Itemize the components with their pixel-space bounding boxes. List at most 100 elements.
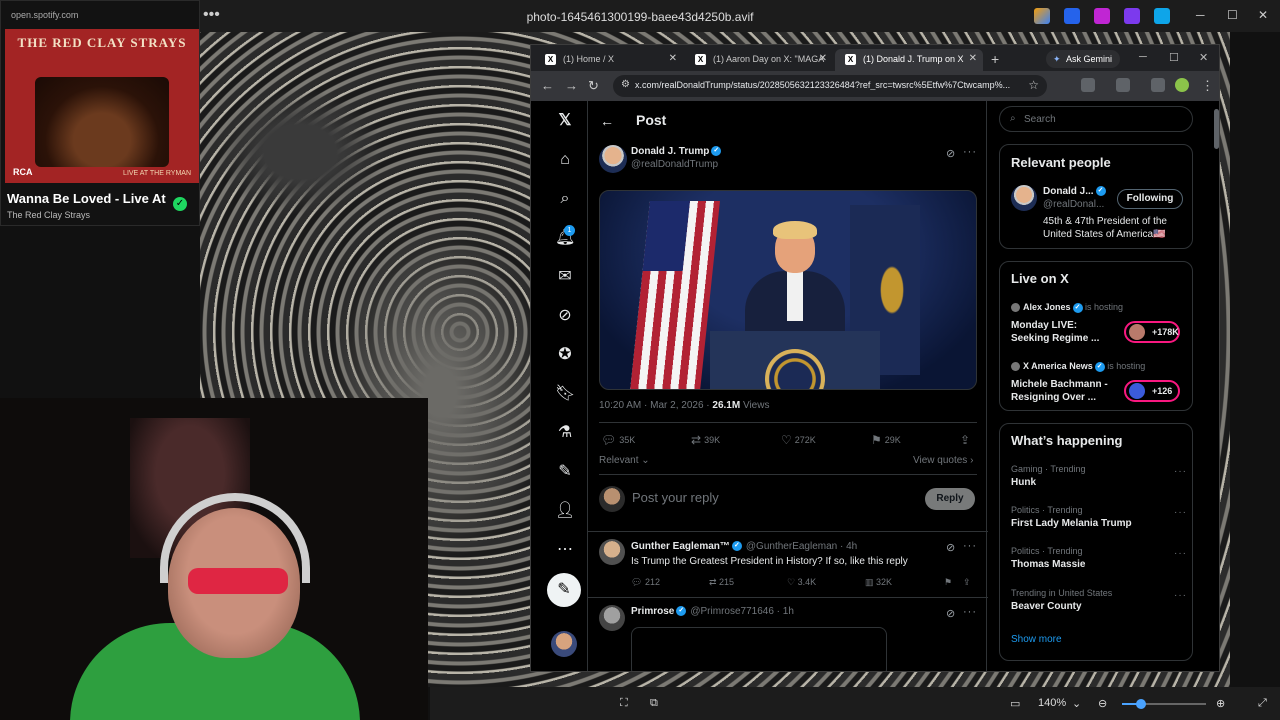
grok-explain-icon[interactable]: ⊘ xyxy=(946,147,955,160)
following-button[interactable]: Following xyxy=(1117,189,1183,209)
back-icon[interactable]: ← xyxy=(541,78,554,93)
profile-icon[interactable]: 👤︎ xyxy=(555,501,575,521)
close-tab-icon[interactable]: ✕ xyxy=(819,53,827,64)
chevron-down-icon[interactable]: ⌄ xyxy=(1072,697,1081,710)
trend-name[interactable]: First Lady Melania Trump xyxy=(1011,518,1132,529)
trend-more-icon[interactable]: ··· xyxy=(1174,548,1187,559)
trend-name[interactable]: Thomas Massie xyxy=(1011,559,1085,570)
profile-avatar-icon[interactable] xyxy=(1175,78,1189,92)
cloud-icon[interactable] xyxy=(1154,8,1170,24)
close-tab-icon[interactable]: ✕ xyxy=(669,53,677,64)
post-more-icon[interactable]: ··· xyxy=(963,146,977,158)
address-bar[interactable]: ⚙ x.com/realDonaldTrump/status/202850563… xyxy=(613,75,1047,97)
page-scrollbar[interactable] xyxy=(1214,109,1219,149)
sort-replies-dropdown[interactable]: Relevant ⌄ xyxy=(599,455,650,466)
reply-avatar[interactable] xyxy=(599,605,625,631)
verified-icon[interactable]: ✪ xyxy=(555,345,575,365)
compose-post-button[interactable]: ✎ xyxy=(547,573,581,607)
search-icon[interactable]: ⌕ xyxy=(555,189,575,209)
live-space-title[interactable]: Monday LIVE: Seeking Regime ... xyxy=(1011,319,1111,345)
zoom-level[interactable]: 140% xyxy=(1038,697,1066,709)
home-icon[interactable]: ⌂ xyxy=(555,150,575,170)
zoom-in-icon[interactable]: ⊕ xyxy=(1216,697,1225,710)
bookmark-star-icon[interactable]: ☆ xyxy=(1028,78,1039,92)
back-arrow-icon[interactable]: ← xyxy=(600,113,614,129)
person-name[interactable]: Donald J... ✓ xyxy=(1043,186,1106,197)
paint-icon[interactable] xyxy=(1094,8,1110,24)
maximize-icon[interactable]: ☐ xyxy=(1227,8,1238,22)
account-avatar[interactable] xyxy=(551,631,577,657)
fullscreen-icon[interactable]: ⤢ xyxy=(1258,697,1267,710)
reply-input[interactable]: Post your reply xyxy=(632,490,719,505)
reply-count-button[interactable]: 💬︎ 35K xyxy=(601,433,635,447)
view-quotes-link[interactable]: View quotes › xyxy=(913,455,973,466)
person-avatar[interactable] xyxy=(1011,185,1037,211)
reply-bookmark-icon[interactable]: ⚑ xyxy=(944,577,952,588)
crop-icon[interactable]: ⛶ xyxy=(620,697,628,710)
address-bar-url[interactable]: x.com/realDonaldTrump/status/20285056321… xyxy=(635,80,1017,90)
zoom-out-icon[interactable]: ⊖ xyxy=(1098,697,1107,710)
reply-avatar[interactable] xyxy=(599,539,625,565)
browser-menu-icon[interactable]: ⋮ xyxy=(1201,78,1214,94)
trend-more-icon[interactable]: ··· xyxy=(1174,507,1187,518)
author-name[interactable]: Donald J. Trump ✓ xyxy=(631,146,722,157)
trend-name[interactable]: Beaver County xyxy=(1011,601,1082,612)
ocr-icon[interactable]: ⧉ xyxy=(650,697,658,710)
extensions-icon[interactable] xyxy=(1081,78,1095,92)
live-space-title[interactable]: Michele Bachmann - Resigning Over ... xyxy=(1011,378,1111,404)
grok-explain-icon[interactable]: ⊘ xyxy=(946,541,955,554)
reply-author[interactable]: Gunther Eagleman™ ✓ @GuntherEagleman · 4h xyxy=(631,541,857,552)
search-input[interactable]: ⌕ Search xyxy=(999,106,1193,132)
reply-author[interactable]: Primrose ✓ @Primrose771646 · 1h xyxy=(631,606,794,617)
jobs-icon[interactable]: ⚗ xyxy=(555,423,575,443)
bookmarks-icon[interactable]: 🔖︎ xyxy=(555,384,575,404)
live-listeners-pill[interactable]: +126 xyxy=(1124,380,1180,402)
author-avatar[interactable] xyxy=(599,145,627,173)
ask-gemini-button[interactable]: ✦ Ask Gemini xyxy=(1046,50,1121,68)
site-info-icon[interactable]: ⚙ xyxy=(621,79,630,90)
new-tab-button[interactable]: + xyxy=(991,51,999,67)
fit-screen-icon[interactable]: ▭ xyxy=(1010,697,1020,710)
reload-icon[interactable]: ↻ xyxy=(588,78,599,94)
song-title[interactable]: Wanna Be Loved - Live At xyxy=(7,191,166,206)
tab-home[interactable]: X (1) Home / X ✕ xyxy=(535,49,683,71)
artist-name[interactable]: The Red Clay Strays xyxy=(7,210,90,220)
reply-share-icon[interactable]: ⇪ xyxy=(963,577,971,588)
tab-aaron-day[interactable]: X (1) Aaron Day on X: "MAGA ✕ xyxy=(685,49,833,71)
live-host[interactable]: Alex Jones ✓ is hosting xyxy=(1011,302,1123,313)
repost-count-button[interactable]: ⇄ 39K xyxy=(691,433,720,447)
minimize-icon[interactable]: ─ xyxy=(1196,8,1205,22)
browser-minimize-icon[interactable]: ─ xyxy=(1139,51,1147,63)
zoom-slider[interactable] xyxy=(1122,699,1206,709)
author-handle[interactable]: @realDonaldTrump xyxy=(631,159,718,170)
show-more-link[interactable]: Show more xyxy=(1011,634,1062,645)
like-count-button[interactable]: ♡ 272K xyxy=(781,433,816,447)
reply-more-icon[interactable]: ··· xyxy=(963,606,977,618)
reply-media[interactable] xyxy=(631,627,887,671)
grok-icon[interactable]: ⊘ xyxy=(555,306,575,326)
trend-more-icon[interactable]: ··· xyxy=(1174,590,1187,601)
reading-list-icon[interactable] xyxy=(1151,78,1165,92)
reply-likes-button[interactable]: ♡ 3.4K xyxy=(787,577,816,588)
saved-check-icon[interactable]: ✓ xyxy=(173,197,187,211)
live-listeners-pill[interactable]: +178K xyxy=(1124,321,1180,343)
browser-close-icon[interactable]: ✕ xyxy=(1199,51,1208,64)
articles-icon[interactable]: ✎ xyxy=(555,462,575,482)
reply-reposts-button[interactable]: ⇄ 215 xyxy=(709,577,734,588)
photos-icon[interactable] xyxy=(1064,8,1080,24)
x-logo-icon[interactable]: 𝕏 xyxy=(555,111,575,131)
post-video[interactable] xyxy=(599,190,977,390)
reply-more-icon[interactable]: ··· xyxy=(963,540,977,552)
copilot-icon[interactable] xyxy=(1034,8,1050,24)
tab-search-icon[interactable] xyxy=(1116,78,1130,92)
reply-views-button[interactable]: ▥ 32K xyxy=(865,577,892,588)
reply-replies-button[interactable]: 💬︎ 212 xyxy=(631,577,660,588)
close-icon[interactable]: ✕ xyxy=(1258,8,1268,22)
close-tab-icon[interactable]: ✕ xyxy=(969,53,977,64)
person-handle[interactable]: @realDonal... xyxy=(1043,199,1104,210)
grok-explain-icon[interactable]: ⊘ xyxy=(946,607,955,620)
share-icon[interactable]: ⇪ xyxy=(960,433,973,447)
trend-more-icon[interactable]: ··· xyxy=(1174,466,1187,477)
more-icon[interactable]: ⋯ xyxy=(555,540,575,560)
bookmark-count-button[interactable]: ⚑ 29K xyxy=(871,433,901,447)
